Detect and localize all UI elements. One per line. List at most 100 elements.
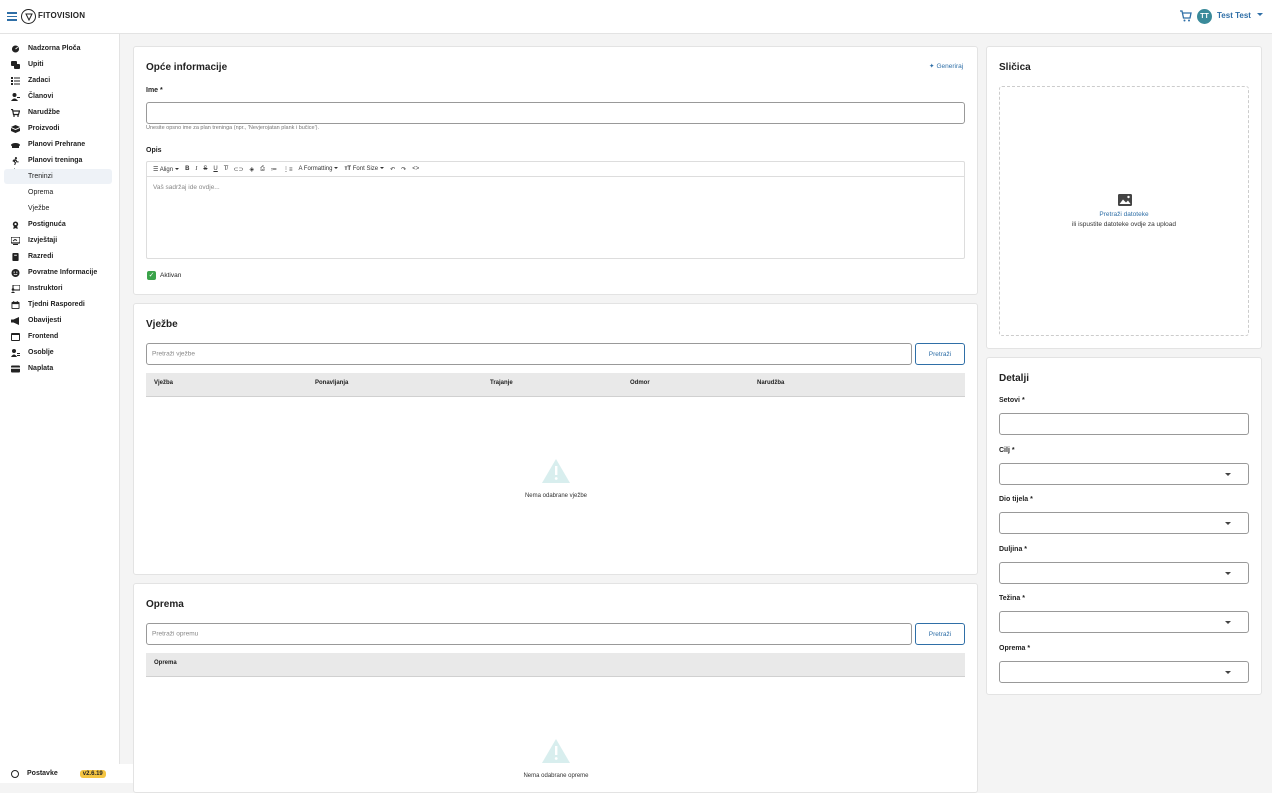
editor-toolbar: ☰ Align B I S U T̸ ⊂⊃ ◈ ⎙ ≔ ⋮≡ A Formatt… bbox=[147, 162, 964, 177]
generate-button[interactable]: ✦ Generiraj bbox=[929, 62, 963, 71]
calendar-icon bbox=[11, 300, 20, 309]
active-checkbox[interactable]: ✓ bbox=[147, 271, 156, 280]
sidebar-item-planovi-prehrane[interactable]: Planovi Prehrane bbox=[4, 137, 112, 152]
description-editor[interactable]: ☰ Align B I S U T̸ ⊂⊃ ◈ ⎙ ≔ ⋮≡ A Formatt… bbox=[146, 161, 965, 259]
column-header[interactable]: Odmor bbox=[630, 380, 650, 386]
version-badge: v2.6.19 bbox=[79, 769, 106, 778]
chevron-down-icon bbox=[334, 167, 339, 170]
align-dropdown[interactable]: ☰ Align bbox=[153, 166, 180, 173]
members-icon bbox=[11, 92, 20, 101]
undo-icon[interactable]: ↶ bbox=[390, 166, 395, 173]
exercises-empty-text: Nema odabrane vježbe bbox=[524, 493, 588, 499]
column-header[interactable]: Oprema bbox=[154, 660, 177, 666]
bullet-list-icon[interactable]: ≔ bbox=[271, 166, 277, 173]
sidebar-item-label: Obavijesti bbox=[28, 317, 62, 324]
sidebar-item-oprema[interactable]: Oprema bbox=[4, 185, 112, 200]
general-info-title: Opće informacije bbox=[146, 62, 228, 73]
details-select[interactable] bbox=[999, 512, 1249, 534]
column-header[interactable]: Narudžba bbox=[757, 380, 784, 386]
top-bar: FITOVISION TT Test Test bbox=[0, 0, 1272, 34]
font-size-dropdown[interactable]: тT Font Size bbox=[344, 166, 385, 172]
details-select[interactable] bbox=[999, 463, 1249, 485]
sidebar-item-upiti[interactable]: Upiti bbox=[4, 57, 112, 72]
sidebar-item-obavijesti[interactable]: Obavijesti bbox=[4, 313, 112, 328]
cart-icon[interactable] bbox=[1180, 10, 1192, 22]
sidebar-item-tjedni-rasporedi[interactable]: Tjedni Rasporedi bbox=[4, 297, 112, 312]
menu-icon[interactable] bbox=[7, 12, 17, 21]
sidebar-item-osoblje[interactable]: Osoblje bbox=[4, 345, 112, 360]
sidebar-item-nadzorna-plo-a[interactable]: Nadzorna Ploča bbox=[4, 41, 112, 56]
sidebar-item-proizvodi[interactable]: Proizvodi bbox=[4, 121, 112, 136]
sidebar-item-naplata[interactable]: Naplata bbox=[4, 361, 112, 376]
align-label: Align bbox=[159, 166, 174, 173]
strikethrough-icon[interactable]: S bbox=[203, 166, 207, 172]
underline-icon[interactable]: U bbox=[213, 166, 217, 172]
sidebar-item-povratne-informacije[interactable]: Povratne Informacije bbox=[4, 265, 112, 280]
sidebar-item-label: Osoblje bbox=[28, 349, 54, 356]
name-input[interactable] bbox=[146, 102, 965, 124]
column-header[interactable]: Vježba bbox=[154, 380, 173, 386]
fill-color-icon[interactable]: ◈ bbox=[250, 166, 255, 173]
sidebar-item--lanovi[interactable]: Članovi bbox=[4, 89, 112, 104]
equipment-search-input[interactable]: Pretraži opremu bbox=[146, 623, 912, 645]
sidebar-item-postignu-a[interactable]: Postignuća bbox=[4, 217, 112, 232]
app-name: FITOVISION bbox=[38, 11, 86, 20]
equipment-search-placeholder: Pretraži opremu bbox=[152, 630, 199, 638]
details-select[interactable] bbox=[999, 562, 1249, 584]
sidebar-item-frontend[interactable]: Frontend bbox=[4, 329, 112, 344]
description-label: Opis bbox=[146, 147, 162, 154]
image-icon bbox=[1118, 194, 1132, 206]
details-field-label: Težina * bbox=[999, 595, 1025, 602]
redo-icon[interactable]: ↷ bbox=[401, 166, 406, 173]
sidebar-item-razredi[interactable]: Razredi bbox=[4, 249, 112, 264]
clear-format-icon[interactable]: T̸ bbox=[224, 166, 228, 172]
exercises-search-input[interactable]: Pretraži vježbe bbox=[146, 343, 912, 365]
chevron-down-icon bbox=[1225, 671, 1231, 674]
chevron-down-icon[interactable] bbox=[1257, 13, 1263, 16]
details-field-label: Dio tijela * bbox=[999, 496, 1033, 503]
sidebar-item-label: Tjedni Rasporedi bbox=[28, 301, 85, 308]
column-header[interactable]: Trajanje bbox=[490, 380, 513, 386]
details-field-label: Duljina * bbox=[999, 546, 1028, 553]
details-input[interactable] bbox=[999, 413, 1249, 435]
sidebar-item-label: Izvještaji bbox=[28, 237, 58, 244]
browse-files-link[interactable]: Pretraži datoteke bbox=[1000, 211, 1248, 218]
sidebar-item-instruktori[interactable]: Instruktori bbox=[4, 281, 112, 296]
exercises-search-button[interactable]: Pretraži bbox=[915, 343, 965, 365]
sidebar-item-label: Narudžbe bbox=[28, 109, 60, 116]
sidebar-item-label: Oprema bbox=[28, 189, 54, 196]
sidebar-item-treninzi[interactable]: Treninzi bbox=[4, 169, 112, 184]
name-hint: Unesite opsno ime za plan treninga (npr.… bbox=[146, 125, 320, 131]
sidebar-item-zadaci[interactable]: Zadaci bbox=[4, 73, 112, 88]
user-name[interactable]: Test Test bbox=[1217, 11, 1251, 20]
details-select[interactable] bbox=[999, 611, 1249, 633]
equipment-title: Oprema bbox=[146, 599, 184, 610]
sidebar-item-planovi-treninga[interactable]: Planovi treninga bbox=[4, 153, 112, 168]
award-icon bbox=[11, 220, 20, 229]
sidebar-item-narud-be[interactable]: Narudžbe bbox=[4, 105, 112, 120]
chat-icon bbox=[11, 60, 20, 69]
details-field-label: Oprema * bbox=[999, 645, 1031, 652]
bold-icon[interactable]: B bbox=[185, 166, 189, 172]
code-icon[interactable]: <> bbox=[412, 166, 419, 172]
link-icon[interactable]: ⊂⊃ bbox=[233, 166, 243, 173]
equipment-search-button[interactable]: Pretraži bbox=[915, 623, 965, 645]
run-icon bbox=[11, 156, 20, 165]
file-dropzone[interactable]: Pretraži datoteke ili ispustite datoteke… bbox=[999, 86, 1249, 336]
avatar[interactable]: TT bbox=[1197, 9, 1212, 24]
sidebar-item-vje-be[interactable]: Vježbe bbox=[4, 201, 112, 216]
print-icon[interactable]: ⎙ bbox=[260, 166, 265, 173]
details-select[interactable] bbox=[999, 661, 1249, 683]
warning-icon bbox=[542, 739, 570, 763]
frontend-icon bbox=[11, 332, 20, 341]
sidebar-item-label: Naplata bbox=[28, 365, 54, 372]
food-icon bbox=[11, 141, 20, 149]
formatting-dropdown[interactable]: A Formatting bbox=[298, 166, 339, 172]
sidebar-item-label: Upiti bbox=[28, 61, 44, 68]
italic-icon[interactable]: I bbox=[195, 166, 197, 172]
sidebar-item-izvje-taji[interactable]: Izvještaji bbox=[4, 233, 112, 248]
column-header[interactable]: Ponavljanja bbox=[315, 380, 348, 386]
numbered-list-icon[interactable]: ⋮≡ bbox=[283, 166, 293, 173]
sidebar-item-label: Povratne Informacije bbox=[28, 269, 98, 276]
staff-icon bbox=[11, 348, 20, 357]
